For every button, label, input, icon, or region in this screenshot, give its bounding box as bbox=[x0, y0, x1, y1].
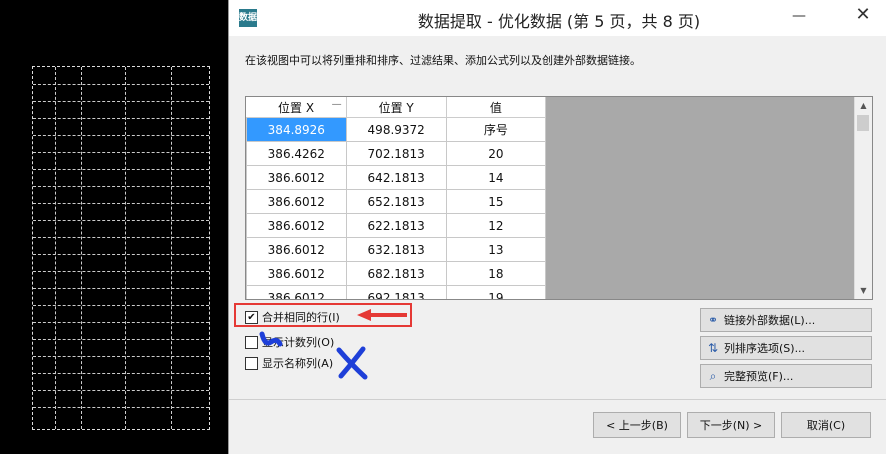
table-cell[interactable]: 692.1813 bbox=[345, 285, 447, 299]
footer-divider bbox=[229, 399, 886, 400]
back-button[interactable]: < 上一步(B) bbox=[593, 412, 681, 438]
cad-grid-line bbox=[33, 390, 209, 391]
title-bar: 数据 数据提取 - 优化数据 (第 5 页，共 8 页) — ✕ bbox=[229, 0, 886, 36]
table-row[interactable]: 386.6012 622.1813 12 bbox=[246, 213, 547, 238]
cad-grid-line bbox=[33, 305, 209, 306]
column-header-y[interactable]: 位置 Y bbox=[346, 97, 447, 118]
next-button[interactable]: 下一步(N) > bbox=[687, 412, 775, 438]
link-icon: ⚭ bbox=[707, 313, 719, 327]
cad-grid-line bbox=[33, 101, 209, 102]
cad-grid-line bbox=[33, 203, 209, 204]
cad-grid-line bbox=[33, 186, 209, 187]
full-preview-button[interactable]: ⌕ 完整预览(F)... bbox=[700, 364, 872, 388]
minimize-icon[interactable]: — bbox=[789, 9, 809, 24]
table-cell[interactable]: 386.6012 bbox=[246, 237, 347, 262]
scroll-down-icon[interactable]: ▼ bbox=[855, 282, 872, 299]
cad-grid-line bbox=[81, 67, 82, 429]
link-external-data-label: 链接外部数据(L)... bbox=[724, 314, 816, 327]
description-text: 在该视图中可以将列重排和排序、过滤结果、添加公式列以及创建外部数据链接。 bbox=[245, 54, 641, 67]
table-cell[interactable]: 13 bbox=[445, 237, 547, 262]
table-cell[interactable]: 386.6012 bbox=[246, 213, 347, 238]
column-header-label: 位置 X bbox=[278, 100, 315, 115]
close-icon[interactable]: ✕ bbox=[839, 0, 886, 30]
cad-grid-line bbox=[33, 322, 209, 323]
column-sort-options-button[interactable]: ⇅ 列排序选项(S)... bbox=[700, 336, 872, 360]
table-cell[interactable]: 386.6012 bbox=[246, 165, 347, 190]
cad-grid-line bbox=[33, 373, 209, 374]
table-row[interactable]: 386.6012 642.1813 14 bbox=[246, 165, 547, 190]
table-row[interactable]: 384.8926 498.9372 序号 bbox=[246, 117, 547, 142]
full-preview-label: 完整预览(F)... bbox=[724, 370, 794, 383]
cad-dashed-table bbox=[32, 66, 210, 430]
blue-scribble-mark bbox=[259, 331, 283, 347]
show-name-label: 显示名称列(A) bbox=[262, 357, 334, 370]
table-row[interactable]: 386.4262 702.1813 20 bbox=[246, 141, 547, 166]
table-cell[interactable]: 18 bbox=[445, 261, 547, 286]
table-cell[interactable]: 序号 bbox=[445, 117, 547, 142]
table-cell[interactable]: 386.4262 bbox=[246, 141, 347, 166]
table-cell[interactable]: 20 bbox=[445, 141, 547, 166]
show-name-checkbox[interactable] bbox=[245, 356, 258, 370]
vertical-scrollbar[interactable]: ▲ ▼ bbox=[854, 97, 872, 299]
data-grid[interactable]: 位置 X — 位置 Y 值 384.8926 498.9372 序号 386.4262… bbox=[245, 96, 873, 300]
table-cell[interactable]: 384.8926 bbox=[246, 117, 347, 142]
app-icon: 数据 bbox=[239, 9, 257, 27]
cad-grid-line bbox=[33, 339, 209, 340]
column-header-x[interactable]: 位置 X — bbox=[246, 97, 347, 118]
link-external-data-button[interactable]: ⚭ 链接外部数据(L)... bbox=[700, 308, 872, 332]
table-row[interactable]: 386.6012 692.1813 19 bbox=[246, 285, 547, 299]
table-cell[interactable]: 386.6012 bbox=[246, 261, 347, 286]
cad-grid-line bbox=[33, 271, 209, 272]
table-cell[interactable]: 12 bbox=[445, 213, 547, 238]
table-row[interactable]: 386.6012 632.1813 13 bbox=[246, 237, 547, 262]
table-cell[interactable]: 14 bbox=[445, 165, 547, 190]
cad-grid-line bbox=[33, 169, 209, 170]
data-grid-table: 位置 X — 位置 Y 值 384.8926 498.9372 序号 386.4262… bbox=[246, 97, 547, 299]
red-arrow-icon bbox=[357, 309, 407, 321]
cad-grid-line bbox=[33, 237, 209, 238]
cad-grid-line bbox=[33, 84, 209, 85]
cad-grid-line bbox=[33, 356, 209, 357]
table-cell[interactable]: 702.1813 bbox=[345, 141, 447, 166]
cad-grid-line bbox=[33, 118, 209, 119]
column-header-value[interactable]: 值 bbox=[446, 97, 547, 118]
sort-icon: ⇅ bbox=[707, 341, 719, 355]
table-cell[interactable]: 622.1813 bbox=[345, 213, 447, 238]
column-sort-options-label: 列排序选项(S)... bbox=[724, 342, 806, 355]
cad-grid-line bbox=[171, 67, 172, 429]
cancel-button[interactable]: 取消(C) bbox=[781, 412, 871, 438]
cad-grid-line bbox=[33, 288, 209, 289]
table-cell[interactable]: 632.1813 bbox=[345, 237, 447, 262]
cad-grid-line bbox=[33, 254, 209, 255]
cad-grid-line bbox=[33, 152, 209, 153]
table-cell[interactable]: 498.9372 bbox=[345, 117, 447, 142]
table-row[interactable]: 386.6012 682.1813 18 bbox=[246, 261, 547, 286]
table-cell[interactable]: 682.1813 bbox=[345, 261, 447, 286]
data-extraction-dialog: 数据 数据提取 - 优化数据 (第 5 页，共 8 页) — ✕ 在该视图中可以… bbox=[228, 0, 886, 454]
sort-indicator-icon: — bbox=[331, 99, 342, 110]
cad-grid-line bbox=[55, 67, 56, 429]
cad-grid-line bbox=[125, 67, 126, 429]
cad-grid-line bbox=[33, 135, 209, 136]
table-cell[interactable]: 652.1813 bbox=[345, 189, 447, 214]
show-name-option[interactable]: 显示名称列(A) bbox=[245, 355, 333, 371]
preview-icon: ⌕ bbox=[709, 369, 717, 383]
table-cell[interactable]: 19 bbox=[445, 285, 547, 299]
table-row[interactable]: 386.6012 652.1813 15 bbox=[246, 189, 547, 214]
cad-grid-line bbox=[33, 407, 209, 408]
blue-x-mark bbox=[336, 346, 368, 380]
scroll-up-icon[interactable]: ▲ bbox=[855, 97, 872, 114]
dialog-title: 数据提取 - 优化数据 (第 5 页，共 8 页) bbox=[417, 12, 701, 31]
scroll-thumb[interactable] bbox=[857, 115, 869, 131]
table-cell[interactable]: 642.1813 bbox=[345, 165, 447, 190]
table-cell[interactable]: 15 bbox=[445, 189, 547, 214]
table-cell[interactable]: 386.6012 bbox=[246, 189, 347, 214]
cad-grid-line bbox=[33, 220, 209, 221]
cad-drawing-area bbox=[0, 0, 228, 454]
table-cell[interactable]: 386.6012 bbox=[246, 285, 347, 299]
show-count-checkbox[interactable] bbox=[245, 335, 258, 349]
